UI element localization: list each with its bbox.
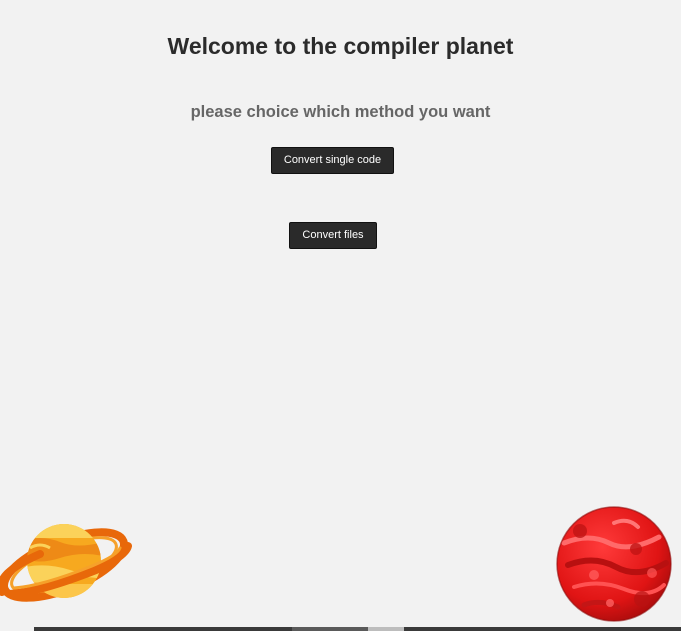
ringed-planet-icon xyxy=(0,524,132,602)
strip-segment xyxy=(34,627,292,631)
strip-segment xyxy=(0,627,34,631)
page-title: Welcome to the compiler planet xyxy=(167,33,514,59)
red-planet-icon xyxy=(556,506,672,622)
page-subtitle: please choice which method you want xyxy=(190,103,491,121)
strip-segment xyxy=(404,627,681,631)
strip-segment xyxy=(368,627,404,631)
convert-single-code-button[interactable]: Convert single code xyxy=(271,147,394,174)
strip-segment xyxy=(292,627,368,631)
convert-files-button[interactable]: Convert files xyxy=(289,222,377,249)
bottom-strip xyxy=(0,627,681,631)
